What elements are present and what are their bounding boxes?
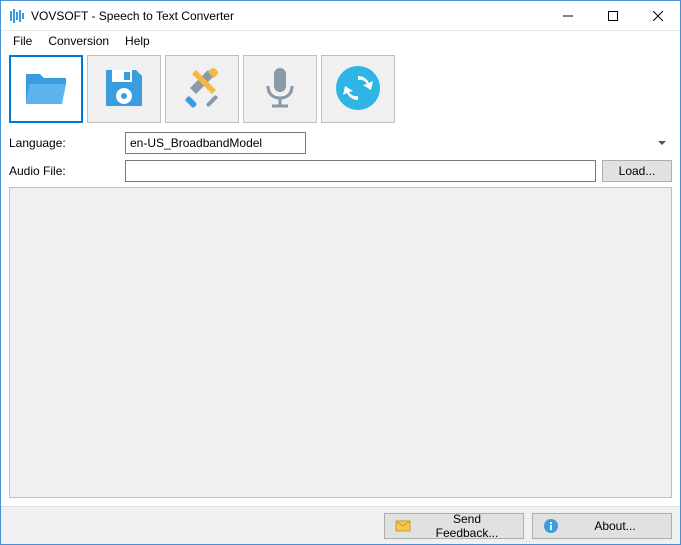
settings-button[interactable] — [165, 55, 239, 123]
titlebar: VOVSOFT - Speech to Text Converter — [1, 1, 680, 31]
close-button[interactable] — [635, 1, 680, 30]
send-feedback-button[interactable]: Send Feedback... — [384, 513, 524, 539]
sync-icon — [334, 64, 382, 115]
maximize-button[interactable] — [590, 1, 635, 30]
menu-help[interactable]: Help — [117, 32, 158, 50]
envelope-icon — [395, 518, 411, 534]
minimize-button[interactable] — [545, 1, 590, 30]
record-button[interactable] — [243, 55, 317, 123]
convert-button[interactable] — [321, 55, 395, 123]
language-row: Language: — [9, 131, 672, 155]
audio-file-input[interactable] — [125, 160, 596, 182]
info-icon — [543, 518, 559, 534]
audio-label: Audio File: — [9, 164, 119, 178]
folder-open-icon — [22, 64, 70, 115]
language-label: Language: — [9, 136, 119, 150]
send-feedback-label: Send Feedback... — [421, 512, 513, 540]
microphone-icon — [256, 64, 304, 115]
menu-conversion[interactable]: Conversion — [40, 32, 117, 50]
window-title: VOVSOFT - Speech to Text Converter — [31, 9, 545, 23]
window-controls — [545, 1, 680, 30]
audio-row: Audio File: Load... — [9, 159, 672, 183]
language-select[interactable] — [125, 132, 306, 154]
language-select-wrap — [125, 132, 672, 154]
open-button[interactable] — [9, 55, 83, 123]
app-icon — [9, 8, 25, 24]
footer: Send Feedback... About... — [1, 506, 680, 544]
menu-file[interactable]: File — [5, 32, 40, 50]
output-textarea[interactable] — [9, 187, 672, 498]
load-button[interactable]: Load... — [602, 160, 672, 182]
toolbar — [9, 55, 672, 123]
about-button[interactable]: About... — [532, 513, 672, 539]
tools-icon — [178, 64, 226, 115]
content-area: Language: Audio File: Load... — [1, 51, 680, 506]
about-label: About... — [569, 519, 661, 533]
save-button[interactable] — [87, 55, 161, 123]
menubar: File Conversion Help — [1, 31, 680, 51]
floppy-disk-icon — [100, 64, 148, 115]
